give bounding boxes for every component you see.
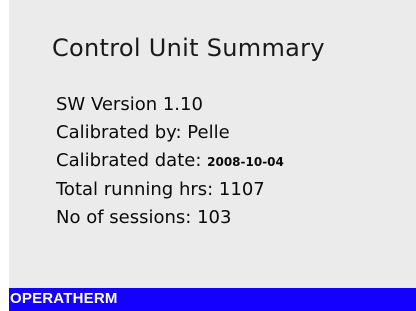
total-running-hours-line: Total running hrs: 1107 [56,179,265,200]
brand-label: OPERATHERM [10,290,118,307]
sw-version-line: SW Version 1.10 [56,94,203,115]
summary-list: SW Version 1.10 Calibrated by: Pelle Cal… [56,91,284,232]
calibrated-by-line: Calibrated by: Pelle [56,122,230,143]
status-bar: OPERATHERM [9,288,416,311]
calibrated-date-line: Calibrated date: 2008-10-04 [56,147,284,176]
page-title: Control Unit Summary [52,34,325,62]
sessions-line: No of sessions: 103 [56,207,232,228]
summary-panel: Control Unit Summary SW Version 1.10 Cal… [9,0,416,288]
calibrated-date-label: Calibrated date: [56,150,202,171]
calibrated-date-value: 2008-10-04 [207,155,284,169]
